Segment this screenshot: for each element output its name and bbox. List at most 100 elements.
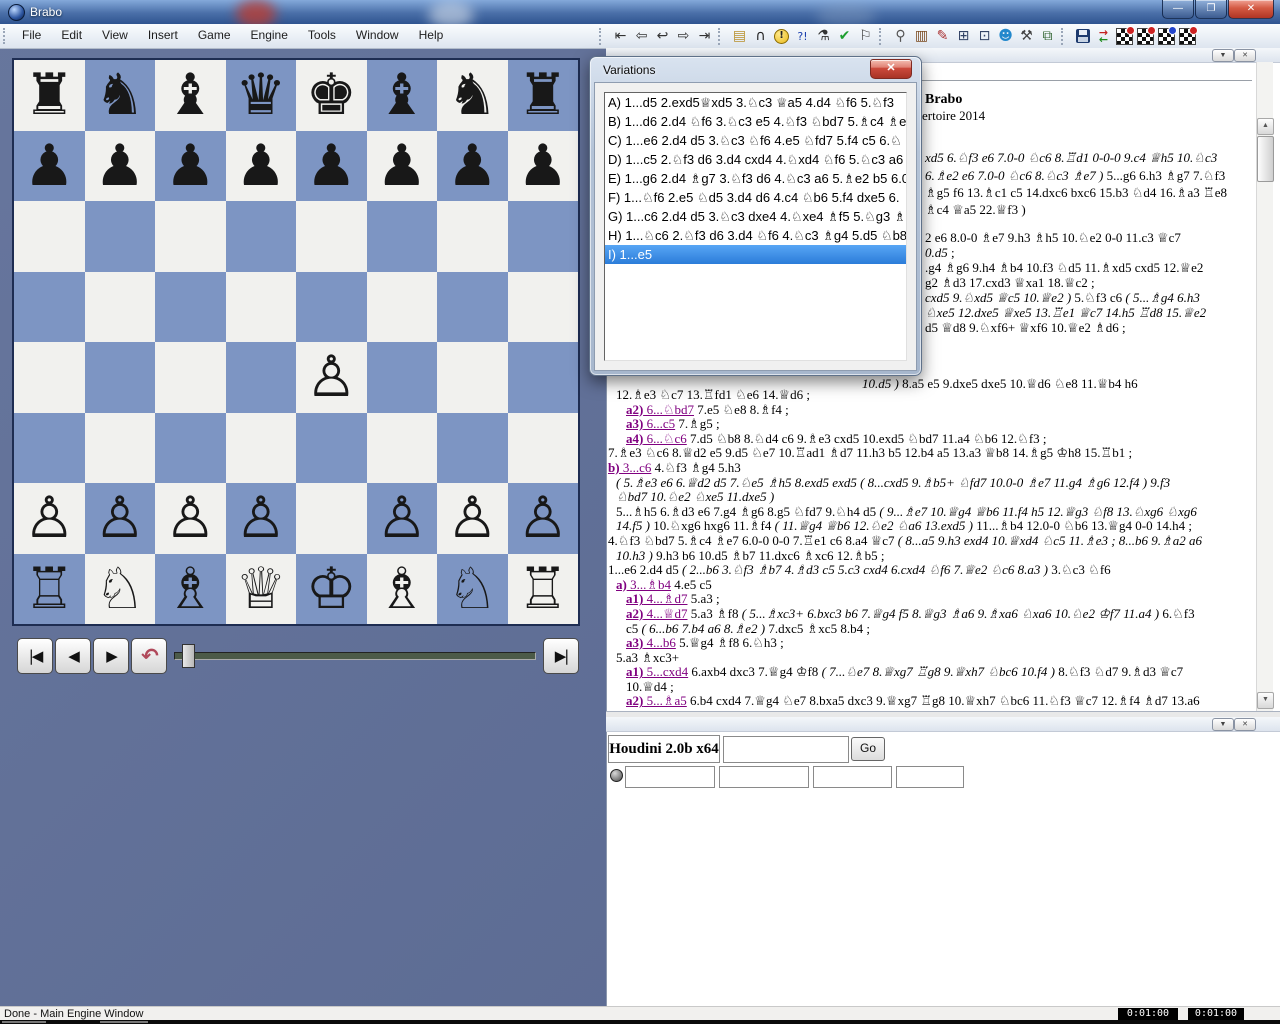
square-e8[interactable]: ♚	[296, 60, 367, 131]
square-b4[interactable]	[84, 342, 155, 413]
square-f7[interactable]: ♟	[366, 130, 437, 201]
notation-line[interactable]: a3) 6...c5 7.♗g5 ;	[608, 416, 1258, 432]
notation-line[interactable]: 10.♕d4 ;	[608, 679, 1258, 695]
engine-setup-icon[interactable]	[1177, 25, 1198, 46]
notation-line[interactable]: a3) 4...b6 5.♕g4 ♗f8 6.♘h3 ;	[608, 635, 1258, 651]
square-c6[interactable]	[155, 201, 226, 272]
new-annotation-icon[interactable]: ▤	[729, 26, 750, 46]
takeback-button[interactable]: ↶	[131, 638, 167, 674]
square-d8[interactable]: ♛	[225, 60, 296, 131]
menu-engine[interactable]: Engine	[241, 24, 298, 48]
square-f6[interactable]	[366, 201, 437, 272]
notation-line[interactable]: 1...e6 2.d4 d5 ( 2...b6 3.♘f3 ♗b7 4.♗d3 …	[608, 562, 1258, 578]
opening-book-icon[interactable]: ▥	[911, 26, 932, 46]
menu-insert[interactable]: Insert	[138, 24, 188, 48]
variation-item-F[interactable]: F) 1...♘f6 2.e5 ♘d5 3.d4 d6 4.c4 ♘b6 5.f…	[605, 188, 906, 207]
square-h7[interactable]: ♟	[507, 130, 578, 201]
center-window-icon[interactable]: ⊡	[974, 26, 995, 46]
engine-tournament-icon[interactable]	[1135, 25, 1156, 46]
square-f3[interactable]	[366, 412, 437, 483]
scrollbar-thumb[interactable]	[1257, 136, 1274, 182]
notation-line[interactable]: 14.f5 ) 10.♘xg6 hxg6 11.♗f4 ( 11.♕g4 ♕b6…	[608, 519, 1258, 534]
square-h4[interactable]	[507, 342, 578, 413]
square-c5[interactable]	[155, 271, 226, 342]
engine-command-input[interactable]	[723, 736, 849, 763]
square-h2[interactable]: ♙	[507, 483, 578, 554]
square-e1[interactable]: ♔	[296, 553, 367, 624]
square-c7[interactable]: ♟	[155, 130, 226, 201]
variation-item-G[interactable]: G) 1...c6 2.d4 d5 3.♘c3 dxe4 4.♘xe4 ♗f5 …	[605, 207, 906, 226]
titlebar[interactable]: Brabo — ❐ ✕	[0, 0, 1280, 25]
notation-line[interactable]: a1) 4...♗d7 5.a3 ;	[608, 592, 1258, 607]
square-d7[interactable]: ♟	[225, 130, 296, 201]
square-f1[interactable]: ♗	[366, 553, 437, 624]
square-g8[interactable]: ♞	[437, 60, 508, 131]
square-a3[interactable]	[14, 412, 85, 483]
square-b2[interactable]: ♙	[84, 483, 155, 554]
annotate-pen-icon[interactable]: ✎	[932, 26, 953, 46]
square-d3[interactable]	[225, 412, 296, 483]
square-e2[interactable]	[296, 483, 367, 554]
maximize-button[interactable]: ❐	[1195, 0, 1227, 19]
blunder-check-icon[interactable]: ?!	[792, 26, 813, 46]
square-b7[interactable]: ♟	[84, 130, 155, 201]
variation-item-C[interactable]: C) 1...e6 2.d4 d5 3.♘c3 ♘f6 4.e5 ♘fd7 5.…	[605, 131, 906, 150]
square-g6[interactable]	[437, 201, 508, 272]
notation-line[interactable]: ( 5.♗e3 e6 6.♕d2 d5 7.♘e5 ♗h5 8.exd5 exd…	[608, 475, 1258, 491]
notation-line[interactable]: a4) 6...♘c6 7.d5 ♘b8 8.♘d4 c6 9.♗e3 cxd5…	[608, 431, 1258, 447]
notation-scrollbar[interactable]: ▲ ▼	[1256, 62, 1274, 711]
square-a7[interactable]: ♟	[14, 130, 85, 201]
key-icon[interactable]: ⚲	[890, 26, 911, 46]
ok-icon[interactable]: ✔	[834, 26, 855, 46]
square-e4[interactable]: ♙	[296, 342, 367, 413]
takeback-icon[interactable]: ↩	[652, 26, 673, 46]
square-f2[interactable]: ♙	[366, 483, 437, 554]
menu-edit[interactable]: Edit	[51, 24, 92, 48]
go-button[interactable]: Go	[851, 737, 885, 761]
square-a8[interactable]: ♜	[14, 60, 85, 131]
notation-line[interactable]: 4.♘f3 ♘bd7 5.♗c4 ♗e7 6.0-0 0-0 7.♖e1 c6 …	[608, 533, 1258, 549]
square-h3[interactable]	[507, 412, 578, 483]
square-d6[interactable]	[225, 201, 296, 272]
menu-game[interactable]: Game	[188, 24, 241, 48]
engine-match-icon[interactable]	[1114, 25, 1135, 46]
square-c3[interactable]	[155, 412, 226, 483]
square-f5[interactable]	[366, 271, 437, 342]
notation-line[interactable]: a) 3...♗b4 4.e5 c5	[608, 577, 1258, 593]
notation-close-button[interactable]: ✕	[1234, 49, 1256, 62]
square-g3[interactable]	[437, 412, 508, 483]
scroll-up-icon[interactable]: ▲	[1257, 118, 1274, 135]
goto-start-icon[interactable]: ⇤	[610, 26, 631, 46]
notation-line[interactable]: 12.♗e3 ♘c7 13.♖fd1 ♘e6 14.♕d6 ;	[608, 387, 1258, 403]
player-icon[interactable]: ☻	[995, 26, 1016, 46]
square-c4[interactable]	[155, 342, 226, 413]
notation-line[interactable]: b) 3...c6 4.♘f3 ♗g4 5.h3	[608, 460, 1258, 476]
menu-file[interactable]: File	[12, 24, 51, 48]
square-b5[interactable]	[84, 271, 155, 342]
square-g1[interactable]: ♘	[437, 553, 508, 624]
square-d2[interactable]: ♙	[225, 483, 296, 554]
previous-move-button[interactable]: ◀	[55, 638, 91, 674]
engine-close-button[interactable]: ✕	[1234, 718, 1256, 731]
square-a4[interactable]	[14, 342, 85, 413]
square-h5[interactable]	[507, 271, 578, 342]
notation-line[interactable]: c5 ( 6...b6 7.b4 a6 8.♗e2 ) 7.dxc5 ♗xc5 …	[608, 621, 1258, 637]
headphones-icon[interactable]: ∩	[750, 26, 771, 46]
next-move-button[interactable]: ▶	[93, 638, 129, 674]
notation-line[interactable]: a2) 5...♗a5 6.b4 cxd4 7.♕g4 ♘e7 8.bxa5 d…	[608, 694, 1258, 709]
square-d4[interactable]	[225, 342, 296, 413]
chess-board[interactable]: ♜ ♞ ♝ ♛ ♚ ♝ ♞ ♜ ♟ ♟ ♟ ♟ ♟ ♟ ♟ ♟ ♙ ♙ ♙ ♙ ♙ ♙ ♙ ♙ ♖ ♘ ♗ ♕ ♔ ♗ ♘ ♖	[12, 58, 580, 626]
move-slider-handle[interactable]	[182, 644, 195, 668]
variations-list[interactable]: A) 1...d5 2.exd5♕xd5 3.♘c3 ♕a5 4.d4 ♘f6 …	[604, 92, 907, 361]
save-icon[interactable]	[1072, 26, 1093, 46]
variation-item-A[interactable]: A) 1...d5 2.exd5♕xd5 3.♘c3 ♕a5 4.d4 ♘f6 …	[605, 93, 906, 112]
minimize-button[interactable]: —	[1162, 0, 1194, 19]
square-f8[interactable]: ♝	[366, 60, 437, 131]
engine-name-label[interactable]: Houdini 2.0b x64	[608, 735, 720, 763]
send-position-icon[interactable]: ⧉	[1037, 26, 1058, 46]
square-c1[interactable]: ♗	[155, 553, 226, 624]
square-a6[interactable]	[14, 201, 85, 272]
board-window-icon[interactable]: ⊞	[953, 26, 974, 46]
square-g5[interactable]	[437, 271, 508, 342]
menu-view[interactable]: View	[92, 24, 138, 48]
